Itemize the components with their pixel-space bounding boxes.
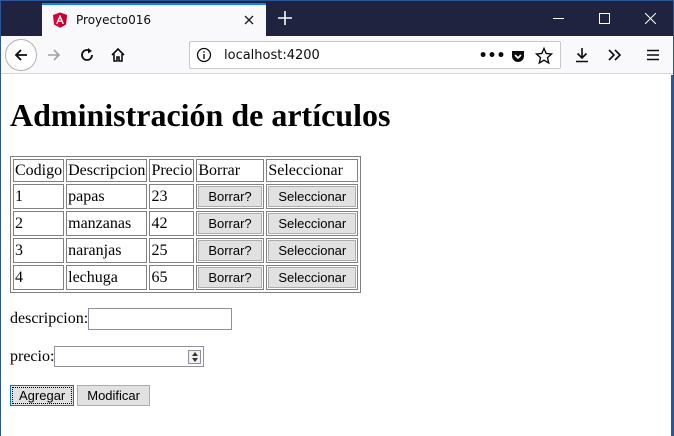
select-button[interactable]: Seleccionar	[268, 186, 357, 207]
cell-borrar: Borrar?	[196, 265, 265, 290]
cell-seleccionar: Seleccionar	[266, 238, 359, 263]
delete-button[interactable]: Borrar?	[198, 186, 262, 207]
cell-seleccionar: Seleccionar	[266, 265, 359, 290]
descripcion-input[interactable]	[88, 308, 233, 330]
cell-descripcion: naranjas	[66, 238, 148, 263]
select-button[interactable]: Seleccionar	[268, 267, 357, 288]
cell-precio: 23	[149, 184, 195, 209]
page-title: Administración de artículos	[10, 97, 391, 133]
cell-codigo: 4	[13, 265, 65, 290]
cell-precio: 42	[149, 211, 195, 236]
select-button[interactable]: Seleccionar	[268, 213, 357, 234]
tab-bar: Proyecto016	[1, 1, 673, 36]
descripcion-label: descripcion:	[10, 310, 89, 327]
cell-seleccionar: Seleccionar	[266, 184, 359, 209]
cell-codigo: 3	[13, 238, 65, 263]
browser-window: Proyecto016 localhost:4200 ••• Administr…	[0, 0, 674, 436]
page-content: Administración de artículos Codigo Descr…	[1, 75, 673, 436]
table-header-row: Codigo Descripcion Precio Borrar Selecci…	[13, 159, 359, 182]
angular-icon	[52, 12, 68, 28]
header-codigo: Codigo	[13, 159, 65, 182]
spinner-arrows-icon[interactable]	[188, 350, 202, 364]
articles-table: Codigo Descripcion Precio Borrar Selecci…	[10, 156, 362, 293]
header-seleccionar: Seleccionar	[266, 159, 359, 182]
hamburger-menu-icon[interactable]	[638, 40, 668, 70]
close-window-button[interactable]	[627, 5, 673, 31]
window-edge	[671, 75, 673, 436]
delete-button[interactable]: Borrar?	[198, 213, 262, 234]
home-button[interactable]	[103, 40, 133, 70]
precio-number-input[interactable]	[54, 346, 205, 367]
cell-borrar: Borrar?	[196, 184, 265, 209]
new-tab-button[interactable]	[273, 6, 297, 30]
forward-button[interactable]	[39, 40, 69, 70]
tab-title: Proyecto016	[76, 13, 152, 27]
table-row: 1 papas 23 Borrar? Seleccionar	[13, 184, 359, 209]
cell-borrar: Borrar?	[196, 238, 265, 263]
reload-button[interactable]	[72, 40, 102, 70]
url-bar[interactable]: localhost:4200 •••	[189, 41, 561, 69]
header-precio: Precio	[149, 159, 195, 182]
descripcion-row: descripcion:	[10, 308, 233, 330]
page-actions-icon[interactable]: •••	[479, 46, 506, 66]
delete-button[interactable]: Borrar?	[198, 267, 262, 288]
precio-label: precio:	[10, 347, 55, 365]
cell-borrar: Borrar?	[196, 211, 265, 236]
cell-codigo: 2	[13, 211, 65, 236]
select-button[interactable]: Seleccionar	[268, 240, 357, 261]
back-button[interactable]	[5, 39, 37, 71]
table-row: 2 manzanas 42 Borrar? Seleccionar	[13, 211, 359, 236]
cell-descripcion: lechuga	[66, 265, 148, 290]
cell-descripcion: papas	[66, 184, 148, 209]
close-tab-icon[interactable]	[240, 11, 258, 29]
form-buttons: Agregar Modificar	[10, 385, 150, 406]
url-text: localhost:4200	[224, 48, 320, 63]
header-descripcion: Descripcion	[66, 159, 148, 182]
delete-button[interactable]: Borrar?	[198, 240, 262, 261]
cell-codigo: 1	[13, 184, 65, 209]
cell-seleccionar: Seleccionar	[266, 211, 359, 236]
add-button[interactable]: Agregar	[10, 385, 75, 406]
navigation-bar: localhost:4200 •••	[1, 36, 673, 74]
overflow-chevron-icon[interactable]	[599, 40, 629, 70]
minimize-button[interactable]	[535, 5, 581, 31]
table-row: 3 naranjas 25 Borrar? Seleccionar	[13, 238, 359, 263]
cell-descripcion: manzanas	[66, 211, 148, 236]
tab-proyecto016[interactable]: Proyecto016	[42, 3, 266, 36]
maximize-button[interactable]	[581, 5, 627, 31]
cell-precio: 65	[149, 265, 195, 290]
cell-precio: 25	[149, 238, 195, 263]
modify-button[interactable]: Modificar	[77, 385, 150, 406]
bookmark-star-icon[interactable]	[534, 46, 554, 66]
header-borrar: Borrar	[196, 159, 265, 182]
info-icon[interactable]	[196, 47, 212, 63]
table-row: 4 lechuga 65 Borrar? Seleccionar	[13, 265, 359, 290]
pocket-icon[interactable]	[508, 46, 528, 66]
downloads-icon[interactable]	[567, 40, 597, 70]
precio-row: precio:	[10, 346, 205, 367]
